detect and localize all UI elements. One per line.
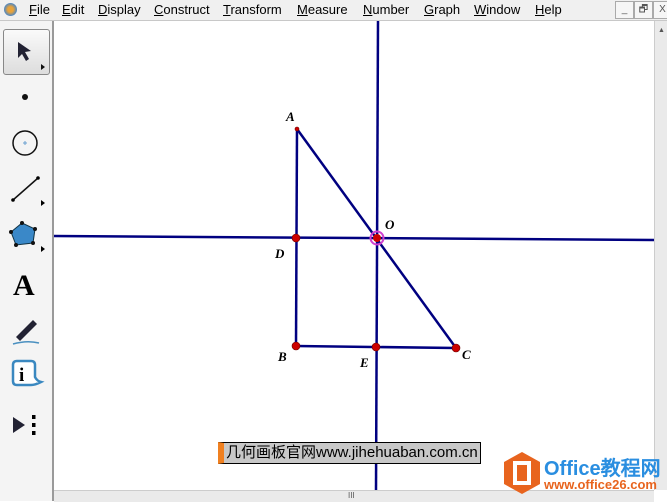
label-a[interactable]: A: [285, 109, 295, 124]
point-tool[interactable]: [3, 75, 48, 119]
point-icon: [22, 94, 28, 100]
menu-help[interactable]: Help: [535, 2, 562, 17]
horizontal-line[interactable]: [54, 234, 654, 242]
text-tool[interactable]: A: [3, 261, 48, 305]
point-d[interactable]: [291, 233, 301, 243]
menu-transform[interactable]: Transform: [223, 2, 282, 17]
minimize-button[interactable]: _: [615, 1, 634, 19]
text-a-icon: A: [13, 269, 35, 302]
menu-measure[interactable]: Measure: [297, 2, 348, 17]
vertical-line[interactable]: [374, 21, 380, 490]
point-e[interactable]: [371, 342, 381, 352]
label-c[interactable]: C: [462, 347, 471, 362]
app-icon[interactable]: [4, 3, 17, 16]
play-custom-icon: [13, 415, 36, 435]
marker-tool[interactable]: [3, 307, 48, 351]
watermark-logo: Office教程网 www.office26.com: [502, 450, 667, 496]
menu-number[interactable]: Number: [363, 2, 409, 17]
menu-window[interactable]: Window: [474, 2, 520, 17]
office-logo-icon: [504, 452, 540, 494]
marker-pen-icon: [12, 320, 40, 345]
toolbox: A i: [0, 21, 54, 501]
menu-edit[interactable]: Edit: [62, 2, 84, 17]
menu-bar: File Edit Display Construct Transform Me…: [0, 0, 667, 21]
point-b[interactable]: [291, 341, 301, 351]
menu-file[interactable]: File: [29, 2, 50, 17]
close-button[interactable]: X: [653, 1, 667, 19]
restore-button[interactable]: 🗗: [634, 1, 653, 19]
vertical-scrollbar[interactable]: ▲: [654, 21, 667, 490]
svg-text:i: i: [19, 365, 24, 386]
line-segment-icon: [11, 176, 45, 206]
circle-icon: [12, 130, 38, 156]
arrow-tool[interactable]: [3, 29, 50, 75]
arrow-icon: [18, 42, 45, 70]
straightedge-tool[interactable]: [3, 167, 48, 211]
information-tool[interactable]: i: [3, 353, 48, 397]
custom-tool[interactable]: [3, 403, 48, 447]
compass-tool[interactable]: [3, 121, 48, 165]
point-c[interactable]: [451, 343, 461, 353]
polygon-icon: [9, 221, 45, 252]
scroll-up-arrow-icon[interactable]: ▲: [658, 27, 665, 34]
caption-text[interactable]: 几何画板官网www.jihehuaban.com.cn: [218, 442, 481, 464]
watermark-url: www.office26.com: [544, 477, 657, 492]
scroll-grip[interactable]: III: [348, 491, 355, 500]
point-a[interactable]: [294, 126, 300, 132]
label-d[interactable]: D: [274, 246, 285, 261]
polygon-tool[interactable]: [3, 213, 48, 257]
label-e[interactable]: E: [359, 355, 369, 370]
svg-text:A: A: [13, 269, 35, 302]
point-o[interactable]: [373, 234, 381, 242]
sketch-canvas[interactable]: A D O B E C: [54, 21, 654, 490]
menu-graph[interactable]: Graph: [424, 2, 460, 17]
info-icon: i: [11, 359, 45, 387]
label-b[interactable]: B: [277, 349, 287, 364]
label-o[interactable]: O: [385, 217, 395, 232]
menu-construct[interactable]: Construct: [154, 2, 210, 17]
menu-display[interactable]: Display: [98, 2, 141, 17]
